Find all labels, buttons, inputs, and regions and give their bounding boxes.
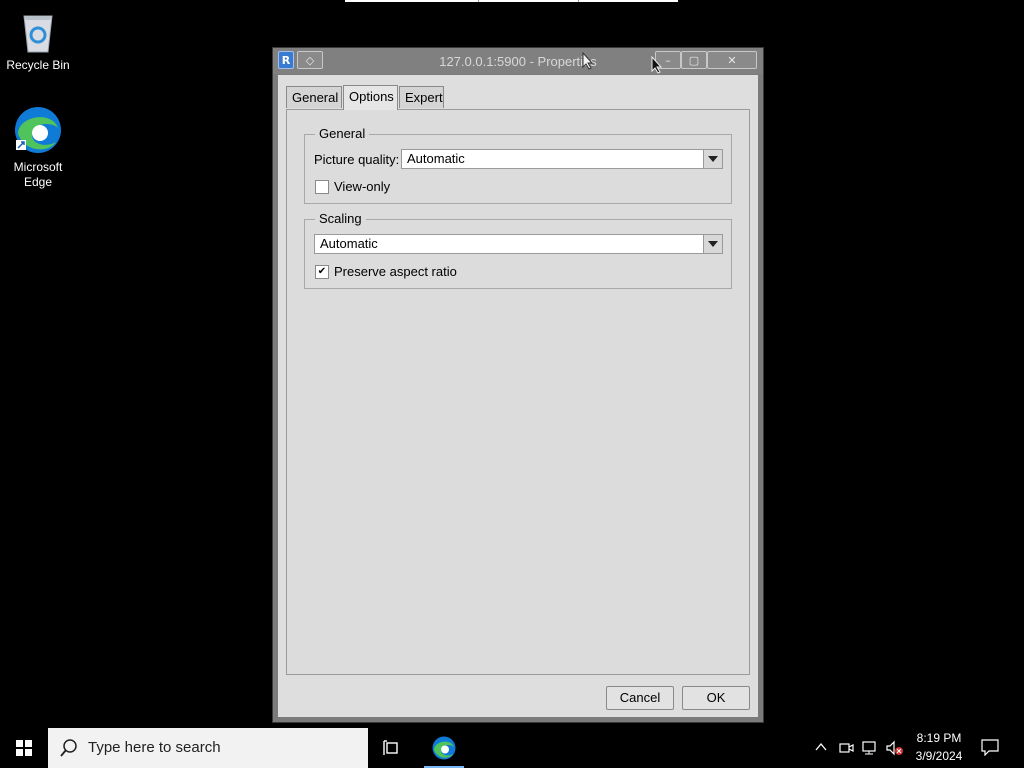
taskbar-search-box[interactable]: Type here to search — [48, 728, 368, 768]
desktop-icon-edge[interactable]: Microsoft Edge — [0, 104, 76, 190]
chevron-down-icon[interactable] — [703, 235, 722, 253]
picture-quality-label: Picture quality: — [314, 152, 400, 167]
desktop-icon-label: Microsoft Edge — [13, 160, 63, 189]
search-placeholder: Type here to search — [88, 739, 221, 756]
tray-app-button[interactable] — [838, 740, 854, 756]
network-button[interactable] — [862, 740, 880, 756]
scaling-group: Scaling Automatic ✔ Preserve aspect rati… — [304, 211, 732, 289]
view-only-checkbox[interactable] — [315, 180, 329, 194]
scaling-value: Automatic — [320, 236, 378, 251]
task-view-icon — [383, 740, 398, 755]
network-icon — [862, 741, 876, 755]
taskbar-edge-button[interactable] — [424, 728, 464, 768]
options-panel: General Picture quality: Automatic View-… — [286, 109, 750, 675]
general-group-legend: General — [315, 126, 370, 141]
show-hidden-icons-button[interactable] — [814, 740, 830, 756]
desktop-icon-recycle-bin[interactable]: Recycle Bin — [0, 8, 76, 73]
properties-window: R ◇ 127.0.0.1:5900 - Properties – ▢ ✕ Ge… — [273, 48, 763, 722]
close-button[interactable]: ✕ — [707, 51, 757, 69]
windows-logo-icon — [16, 740, 32, 756]
title-bar[interactable]: R ◇ 127.0.0.1:5900 - Properties – ▢ ✕ — [273, 48, 763, 74]
taskbar: Type here to search 8:19 PM 3/9/2024 — [0, 728, 1024, 768]
maximize-button[interactable]: ▢ — [681, 51, 707, 69]
volume-muted-icon — [886, 740, 903, 756]
volume-button[interactable] — [886, 740, 904, 756]
picture-quality-select[interactable]: Automatic — [401, 149, 723, 169]
action-center-button[interactable] — [980, 738, 1002, 758]
start-button[interactable] — [0, 728, 48, 768]
dialog-client: General Options Expert General Picture q… — [278, 75, 758, 717]
tab-expert[interactable]: Expert — [399, 86, 444, 108]
general-group: General Picture quality: Automatic View-… — [304, 126, 732, 204]
tab-general[interactable]: General — [286, 86, 342, 108]
ok-button[interactable]: OK — [682, 686, 750, 710]
notification-icon — [981, 739, 999, 757]
search-icon — [60, 739, 77, 757]
cancel-button[interactable]: Cancel — [606, 686, 674, 710]
edge-icon — [432, 736, 456, 760]
scaling-group-legend: Scaling — [315, 211, 366, 226]
preserve-aspect-checkbox[interactable]: ✔ — [315, 265, 329, 279]
mouse-cursor-icon — [582, 52, 594, 70]
view-only-label[interactable]: View-only — [334, 179, 390, 194]
tab-options[interactable]: Options — [343, 85, 398, 110]
desktop-icon-label: Recycle Bin — [6, 58, 70, 72]
preserve-aspect-label[interactable]: Preserve aspect ratio — [334, 264, 457, 279]
picture-quality-value: Automatic — [407, 151, 465, 166]
clock[interactable]: 8:19 PM 3/9/2024 — [910, 731, 968, 763]
meet-now-icon — [839, 743, 854, 753]
chevron-up-icon — [815, 742, 827, 751]
clock-time: 8:19 PM — [916, 731, 962, 745]
recycle-bin-icon — [23, 15, 53, 53]
chevron-down-icon[interactable] — [703, 150, 722, 168]
mouse-cursor-icon — [651, 56, 663, 74]
top-strip — [345, 0, 678, 2]
clock-date: 3/9/2024 — [915, 749, 963, 763]
edge-icon — [15, 107, 61, 153]
task-view-button[interactable] — [372, 728, 412, 768]
scaling-select[interactable]: Automatic — [314, 234, 723, 254]
